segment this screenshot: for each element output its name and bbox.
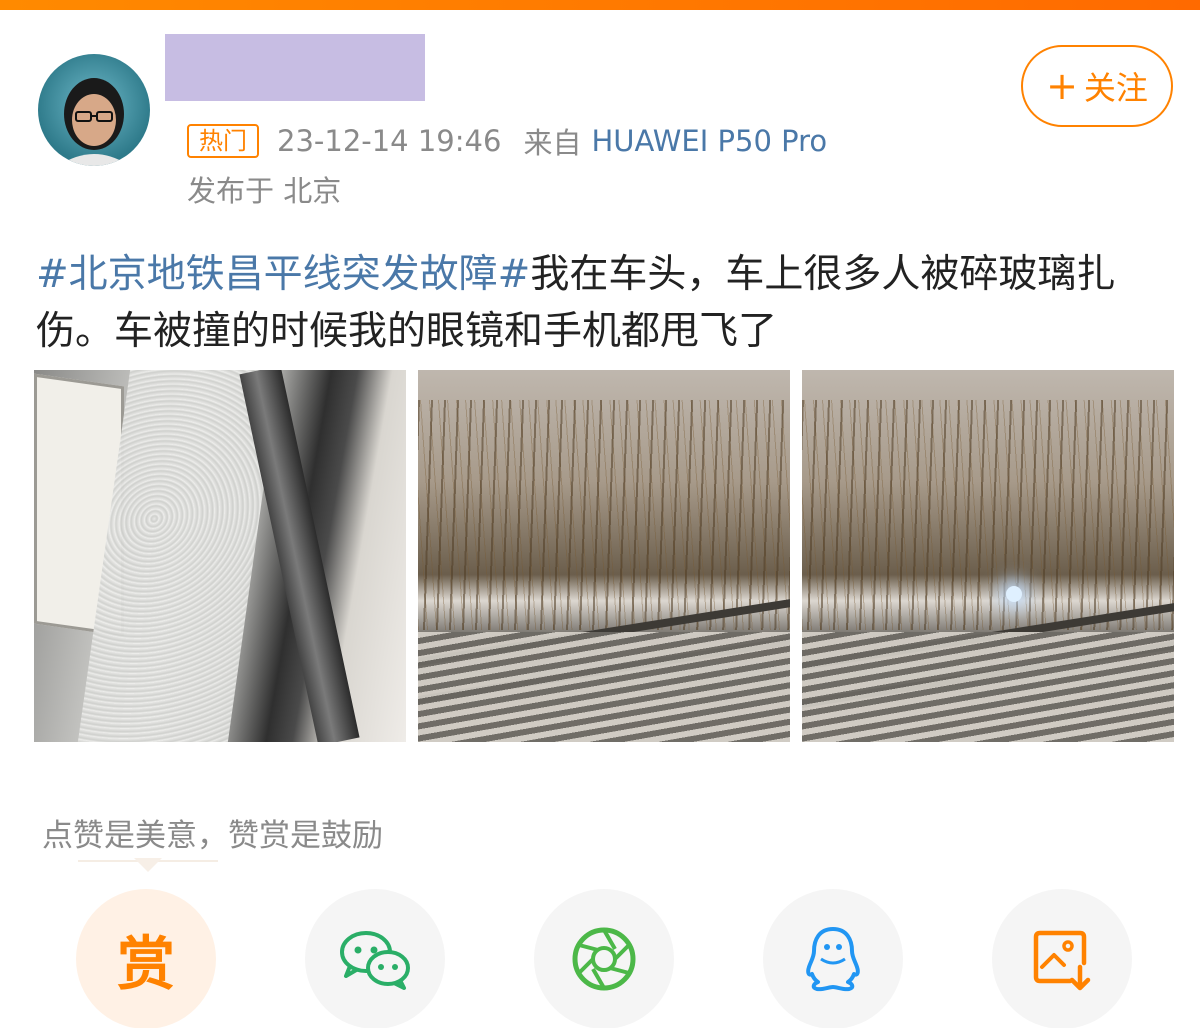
top-accent-strip: [0, 0, 1200, 10]
device-link[interactable]: HUAWEI P50 Pro: [591, 124, 827, 158]
post-time: 23-12-14 19:46: [277, 124, 502, 158]
from-label: 来自: [523, 126, 582, 160]
bare-trees: [802, 400, 1174, 630]
post-location: 发布于 北京: [187, 174, 342, 208]
hint-caret: [134, 858, 162, 872]
post-text: #北京地铁昌平线突发故障#我在车头，车上很多人被碎玻璃扎伤。车被撞的时候我的眼镜…: [36, 246, 1166, 360]
avatar-portrait: [58, 78, 130, 166]
photo-shattered-window[interactable]: [34, 370, 406, 742]
photo-snowy-track-light[interactable]: [802, 370, 1174, 742]
bare-trees: [418, 400, 790, 630]
follow-label: 关注: [1083, 69, 1148, 107]
reward-label: 赏: [116, 930, 175, 998]
follow-button[interactable]: + 关注: [1021, 45, 1173, 127]
save-image-button[interactable]: [992, 889, 1132, 1028]
avatar[interactable]: [38, 54, 150, 166]
flashlight-glow: [1006, 586, 1022, 602]
share-wechat-button[interactable]: [305, 889, 445, 1028]
wechat-icon: [340, 931, 410, 990]
snowy-ballast: [418, 632, 790, 742]
plus-icon: +: [1046, 64, 1078, 108]
post-meta: 热门 23-12-14 19:46 来自 HUAWEI P50 Pro: [187, 121, 827, 161]
qq-icon: [806, 927, 860, 992]
handrail-pole: [239, 370, 360, 742]
scene-snowy-track-light: [802, 370, 1174, 742]
moments-icon: [572, 927, 636, 991]
save-image-icon: [1033, 930, 1091, 991]
scene-snowy-track: [418, 370, 790, 742]
reward-button[interactable]: 赏: [76, 889, 216, 1028]
username-redacted: [165, 34, 425, 101]
share-qq-button[interactable]: [763, 889, 903, 1028]
hot-badge: 热门: [187, 124, 259, 158]
photo-snowy-track[interactable]: [418, 370, 790, 742]
snowy-ballast: [802, 632, 1174, 742]
share-moments-button[interactable]: [534, 889, 674, 1028]
hashtag-link[interactable]: #北京地铁昌平线突发故障#: [36, 252, 530, 297]
reward-hint: 点赞是美意，赞赏是鼓励: [42, 818, 383, 854]
